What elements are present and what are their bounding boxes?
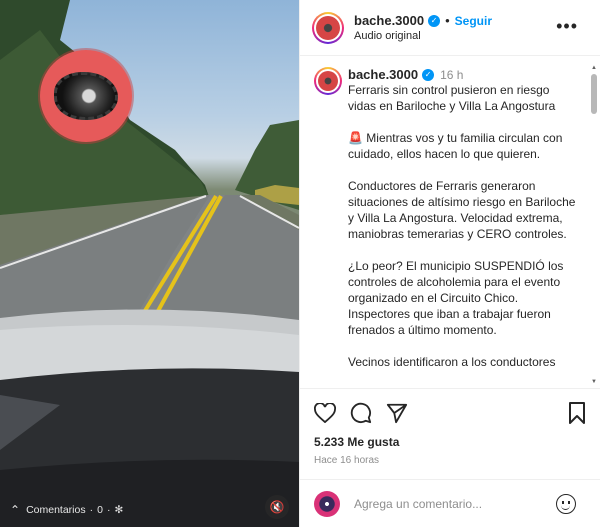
caption-paragraph: 🚨 Mientras vos y tu familia circulan con… (348, 131, 563, 161)
video-player[interactable]: ⌃ Comentarios · 0 · ✻ 🔇 (0, 0, 299, 527)
comment-input[interactable]: Agrega un comentario... (354, 497, 556, 511)
bookmark-icon[interactable] (568, 402, 586, 424)
volume-muted-icon[interactable]: 🔇 (265, 495, 289, 519)
chevron-up-icon: ⌃ (10, 503, 21, 517)
scrollbar-thumb[interactable] (591, 74, 597, 114)
scrollbar[interactable]: ▲ ▼ (590, 64, 598, 386)
post-date: Hace 16 horas (314, 455, 380, 466)
avatar (314, 490, 340, 517)
pothole-icon (54, 72, 118, 120)
likes-count[interactable]: 5.233 Me gusta (314, 435, 586, 449)
post-actions: 5.233 Me gusta Hace 16 horas (300, 388, 600, 466)
verified-badge-icon: ✓ (428, 14, 441, 27)
post-header: bache.3000 ✓ • Seguir Audio original ••• (300, 0, 600, 56)
post-time[interactable]: 16 h (440, 68, 463, 82)
post-panel: bache.3000 ✓ • Seguir Audio original •••… (299, 0, 600, 527)
separator-dot: • (445, 13, 450, 28)
video-comments-count: 0 (97, 504, 103, 516)
separator-dot: · (89, 504, 94, 516)
scroll-down-icon[interactable]: ▼ (590, 378, 598, 386)
settings-dot-icon: ✻ (114, 504, 124, 516)
video-comments-bar[interactable]: ⌃ Comentarios · 0 · ✻ (0, 493, 299, 527)
caption-paragraph: Conductores de Ferraris generaron situac… (348, 179, 576, 241)
siren-icon: 🚨 (348, 131, 363, 145)
username[interactable]: bache.3000 (354, 13, 424, 28)
more-options-icon[interactable]: ••• (556, 16, 578, 37)
comment-icon[interactable] (350, 402, 372, 424)
audio-label[interactable]: Audio original (354, 30, 492, 42)
caption-paragraph: Vecinos identificaron a los conductores (348, 355, 556, 369)
heart-icon[interactable] (314, 403, 336, 423)
caption-area[interactable]: bache.3000 ✓ 16 h Ferraris sin control p… (300, 57, 600, 387)
caption-username[interactable]: bache.3000 (348, 67, 418, 82)
verified-badge-icon: ✓ (422, 68, 435, 81)
video-comments-label: Comentarios (26, 504, 86, 516)
add-comment-bar: Agrega un comentario... (300, 479, 600, 527)
caption-paragraph: ¿Lo peor? El municipio SUSPENDIÓ los con… (348, 259, 564, 337)
pothole-logo (40, 50, 132, 142)
scroll-up-icon[interactable]: ▲ (590, 64, 598, 72)
caption-paragraph: Ferraris sin control pusieron en riesgo … (348, 83, 556, 113)
avatar[interactable] (312, 11, 344, 44)
separator-dot: · (106, 504, 111, 516)
emoji-icon[interactable] (556, 493, 576, 514)
follow-button[interactable]: Seguir (455, 14, 492, 28)
share-icon[interactable] (386, 402, 408, 424)
avatar[interactable] (314, 67, 342, 95)
